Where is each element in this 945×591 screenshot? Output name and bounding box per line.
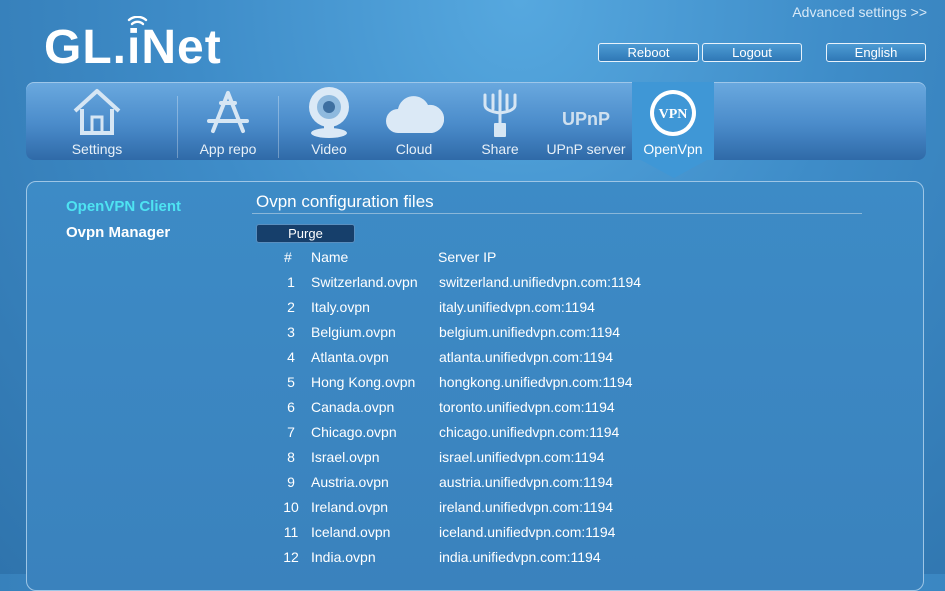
- row-number: 8: [287, 449, 295, 465]
- nav-label: App repo: [199, 141, 257, 157]
- table-row[interactable]: 4 Atlanta.ovpn atlanta.unifiedvpn.com:1194: [0, 349, 945, 374]
- title-divider: [252, 213, 862, 214]
- server-ip: switzerland.unifiedvpn.com:1194: [439, 274, 642, 290]
- server-ip: toronto.unifiedvpn.com:1194: [439, 399, 615, 415]
- file-name: Canada.ovpn: [311, 399, 395, 415]
- server-ip: israel.unifiedvpn.com:1194: [439, 449, 605, 465]
- table-row[interactable]: 12 India.ovpn india.unifiedvpn.com:1194: [0, 549, 945, 574]
- nav-item-share[interactable]: Share: [450, 82, 550, 160]
- table-row[interactable]: 3 Belgium.ovpn belgium.unifiedvpn.com:1194: [0, 324, 945, 349]
- server-ip: chicago.unifiedvpn.com:1194: [439, 424, 620, 440]
- page-title: Ovpn configuration files: [256, 192, 434, 211]
- nav-item-cloud[interactable]: Cloud: [364, 82, 464, 160]
- language-button[interactable]: English: [826, 43, 926, 62]
- server-ip: iceland.unifiedvpn.com:1194: [439, 524, 616, 540]
- table-row[interactable]: 7 Chicago.ovpn chicago.unifiedvpn.com:1194: [0, 424, 945, 449]
- server-ip: atlanta.unifiedvpn.com:1194: [439, 349, 614, 365]
- table-row[interactable]: 2 Italy.ovpn italy.unifiedvpn.com:1194: [0, 299, 945, 324]
- column-header-name: Name: [311, 249, 349, 265]
- table-row[interactable]: 9 Austria.ovpn austria.unifiedvpn.com:1194: [0, 474, 945, 499]
- logout-button[interactable]: Logout: [702, 43, 802, 62]
- nav-label: Settings: [71, 141, 123, 157]
- row-number: 5: [287, 374, 295, 390]
- nav-label: Video: [311, 141, 347, 157]
- svg-text:GL.iNet: GL.iNet: [44, 21, 222, 72]
- server-ip: hongkong.unifiedvpn.com:1194: [439, 374, 633, 390]
- row-number: 6: [287, 399, 295, 415]
- vpn-icon-text: VPN: [659, 107, 688, 122]
- webcam-icon: [309, 87, 349, 138]
- row-number: 4: [287, 349, 295, 365]
- nav-item-settings[interactable]: Settings: [46, 82, 148, 160]
- file-name: Austria.ovpn: [311, 474, 389, 490]
- reboot-button[interactable]: Reboot: [598, 43, 699, 62]
- row-number: 3: [287, 324, 295, 340]
- nav-label: UPnP server: [546, 141, 626, 157]
- row-number: 2: [287, 299, 295, 315]
- table-row[interactable]: 11 Iceland.ovpn iceland.unifiedvpn.com:119…: [0, 524, 945, 549]
- app-store-icon: [207, 91, 249, 133]
- upnp-icon: UPnP: [562, 109, 610, 129]
- row-number: 11: [283, 524, 299, 540]
- upnp-icon-text: UPnP: [562, 109, 610, 129]
- usb-trident-icon: [483, 89, 517, 137]
- file-name: Hong Kong.ovpn: [311, 374, 416, 390]
- row-number: 10: [283, 499, 299, 515]
- table-row[interactable]: 10 Ireland.ovpn ireland.unifiedvpn.com:119…: [0, 499, 945, 524]
- nav-label: Cloud: [395, 141, 433, 157]
- file-name: Atlanta.ovpn: [311, 349, 389, 365]
- glinet-logo: GL.iNet: [44, 16, 222, 72]
- purge-button[interactable]: Purge: [256, 224, 355, 243]
- column-header-number: #: [284, 249, 292, 265]
- server-ip: belgium.unifiedvpn.com:1194: [439, 324, 621, 340]
- column-header-server-ip: Server IP: [438, 249, 497, 265]
- nav-label: Share: [481, 141, 519, 157]
- file-name: Italy.ovpn: [311, 299, 370, 315]
- nav-label: OpenVpn: [643, 141, 703, 157]
- nav-item-openvpn[interactable]: VPN OpenVpn: [632, 82, 714, 160]
- server-ip: india.unifiedvpn.com:1194: [439, 549, 601, 565]
- file-name: Chicago.ovpn: [311, 424, 397, 440]
- file-name: Switzerland.ovpn: [311, 274, 418, 290]
- table-row[interactable]: 1 Switzerland.ovpn switzerland.unifiedvpn.…: [0, 274, 945, 299]
- row-number: 9: [287, 474, 295, 490]
- file-name: Ireland.ovpn: [311, 499, 389, 515]
- file-name: Belgium.ovpn: [311, 324, 396, 340]
- server-ip: italy.unifiedvpn.com:1194: [439, 299, 595, 315]
- active-tab-pointer: [641, 160, 707, 178]
- vpn-icon: VPN: [650, 90, 696, 136]
- sidebar-item-openvpn-client[interactable]: OpenVPN Client: [66, 198, 181, 215]
- table-row[interactable]: 5 Hong Kong.ovpn hongkong.unifiedvpn.com:1…: [0, 374, 945, 399]
- house-icon: [73, 89, 121, 135]
- nav-item-app-repo[interactable]: App repo: [178, 82, 278, 160]
- file-name: Israel.ovpn: [311, 449, 380, 465]
- main-nav: Settings App repo Video Cloud Share UPnP…: [26, 82, 926, 160]
- server-ip: austria.unifiedvpn.com:1194: [439, 474, 614, 490]
- cloud-icon: [386, 96, 444, 133]
- file-name: Iceland.ovpn: [311, 524, 391, 540]
- server-ip: ireland.unifiedvpn.com:1194: [439, 499, 614, 515]
- file-name: India.ovpn: [311, 549, 376, 565]
- table-row[interactable]: 8 Israel.ovpn israel.unifiedvpn.com:1194: [0, 449, 945, 474]
- advanced-settings-link[interactable]: Advanced settings >>: [792, 4, 927, 20]
- row-number: 12: [283, 549, 299, 565]
- table-row[interactable]: 6 Canada.ovpn toronto.unifiedvpn.com:1194: [0, 399, 945, 424]
- row-number: 7: [287, 424, 295, 440]
- row-number: 1: [287, 274, 295, 290]
- nav-item-upnp-server[interactable]: UPnP UPnP server: [536, 82, 636, 160]
- sidebar-item-ovpn-manager[interactable]: Ovpn Manager: [66, 224, 170, 241]
